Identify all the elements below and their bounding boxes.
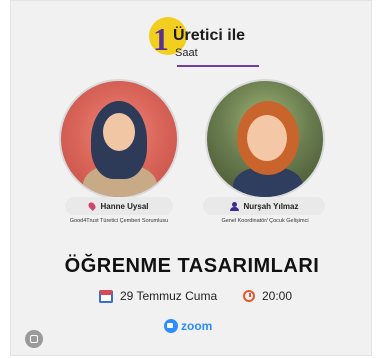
speaker-role-nursah: Genel Koordinatör/ Çocuk Gelişimci <box>221 218 309 224</box>
event-date: 29 Temmuz Cuma <box>99 289 217 303</box>
logo-title-line2: Saat <box>175 47 198 59</box>
speaker-role-hanne: Good4Trust Türetici Çemberi Sorumlusu <box>69 218 169 224</box>
speaker-name-badge-nursah: Nurşah Yılmaz <box>203 197 325 215</box>
speaker-name: Nurşah Yılmaz <box>243 201 299 211</box>
zoom-label: zoom <box>181 319 213 333</box>
uretici-ile-saat-logo: 1 Üretici ile Saat <box>143 9 265 67</box>
calendar-icon <box>99 289 113 303</box>
event-title: ÖĞRENME TASARIMLARI <box>64 255 320 277</box>
event-time-text: 20:00 <box>262 289 293 303</box>
gallery-toggle-button[interactable] <box>25 330 43 348</box>
gallery-icon <box>30 335 38 343</box>
speaker-photo-hanne <box>59 79 179 199</box>
event-time: 20:00 <box>243 289 292 303</box>
location-pin-icon <box>87 201 98 211</box>
logo-underline <box>177 65 259 67</box>
alarm-clock-icon <box>243 290 255 302</box>
zoom-camera-icon <box>164 319 178 333</box>
event-card: 1 Üretici ile Saat Hanne Uysal Nurşah Yı… <box>10 0 372 356</box>
user-icon <box>229 201 239 211</box>
speaker-photo-nursah <box>205 79 325 199</box>
logo-title-line1: Üretici ile <box>173 27 246 44</box>
zoom-logo: zoom <box>164 319 212 333</box>
logo-number: 1 <box>153 21 169 57</box>
speaker-name-badge-hanne: Hanne Uysal <box>65 197 173 215</box>
event-date-text: 29 Temmuz Cuma <box>120 289 218 303</box>
speaker-name: Hanne Uysal <box>100 201 149 211</box>
